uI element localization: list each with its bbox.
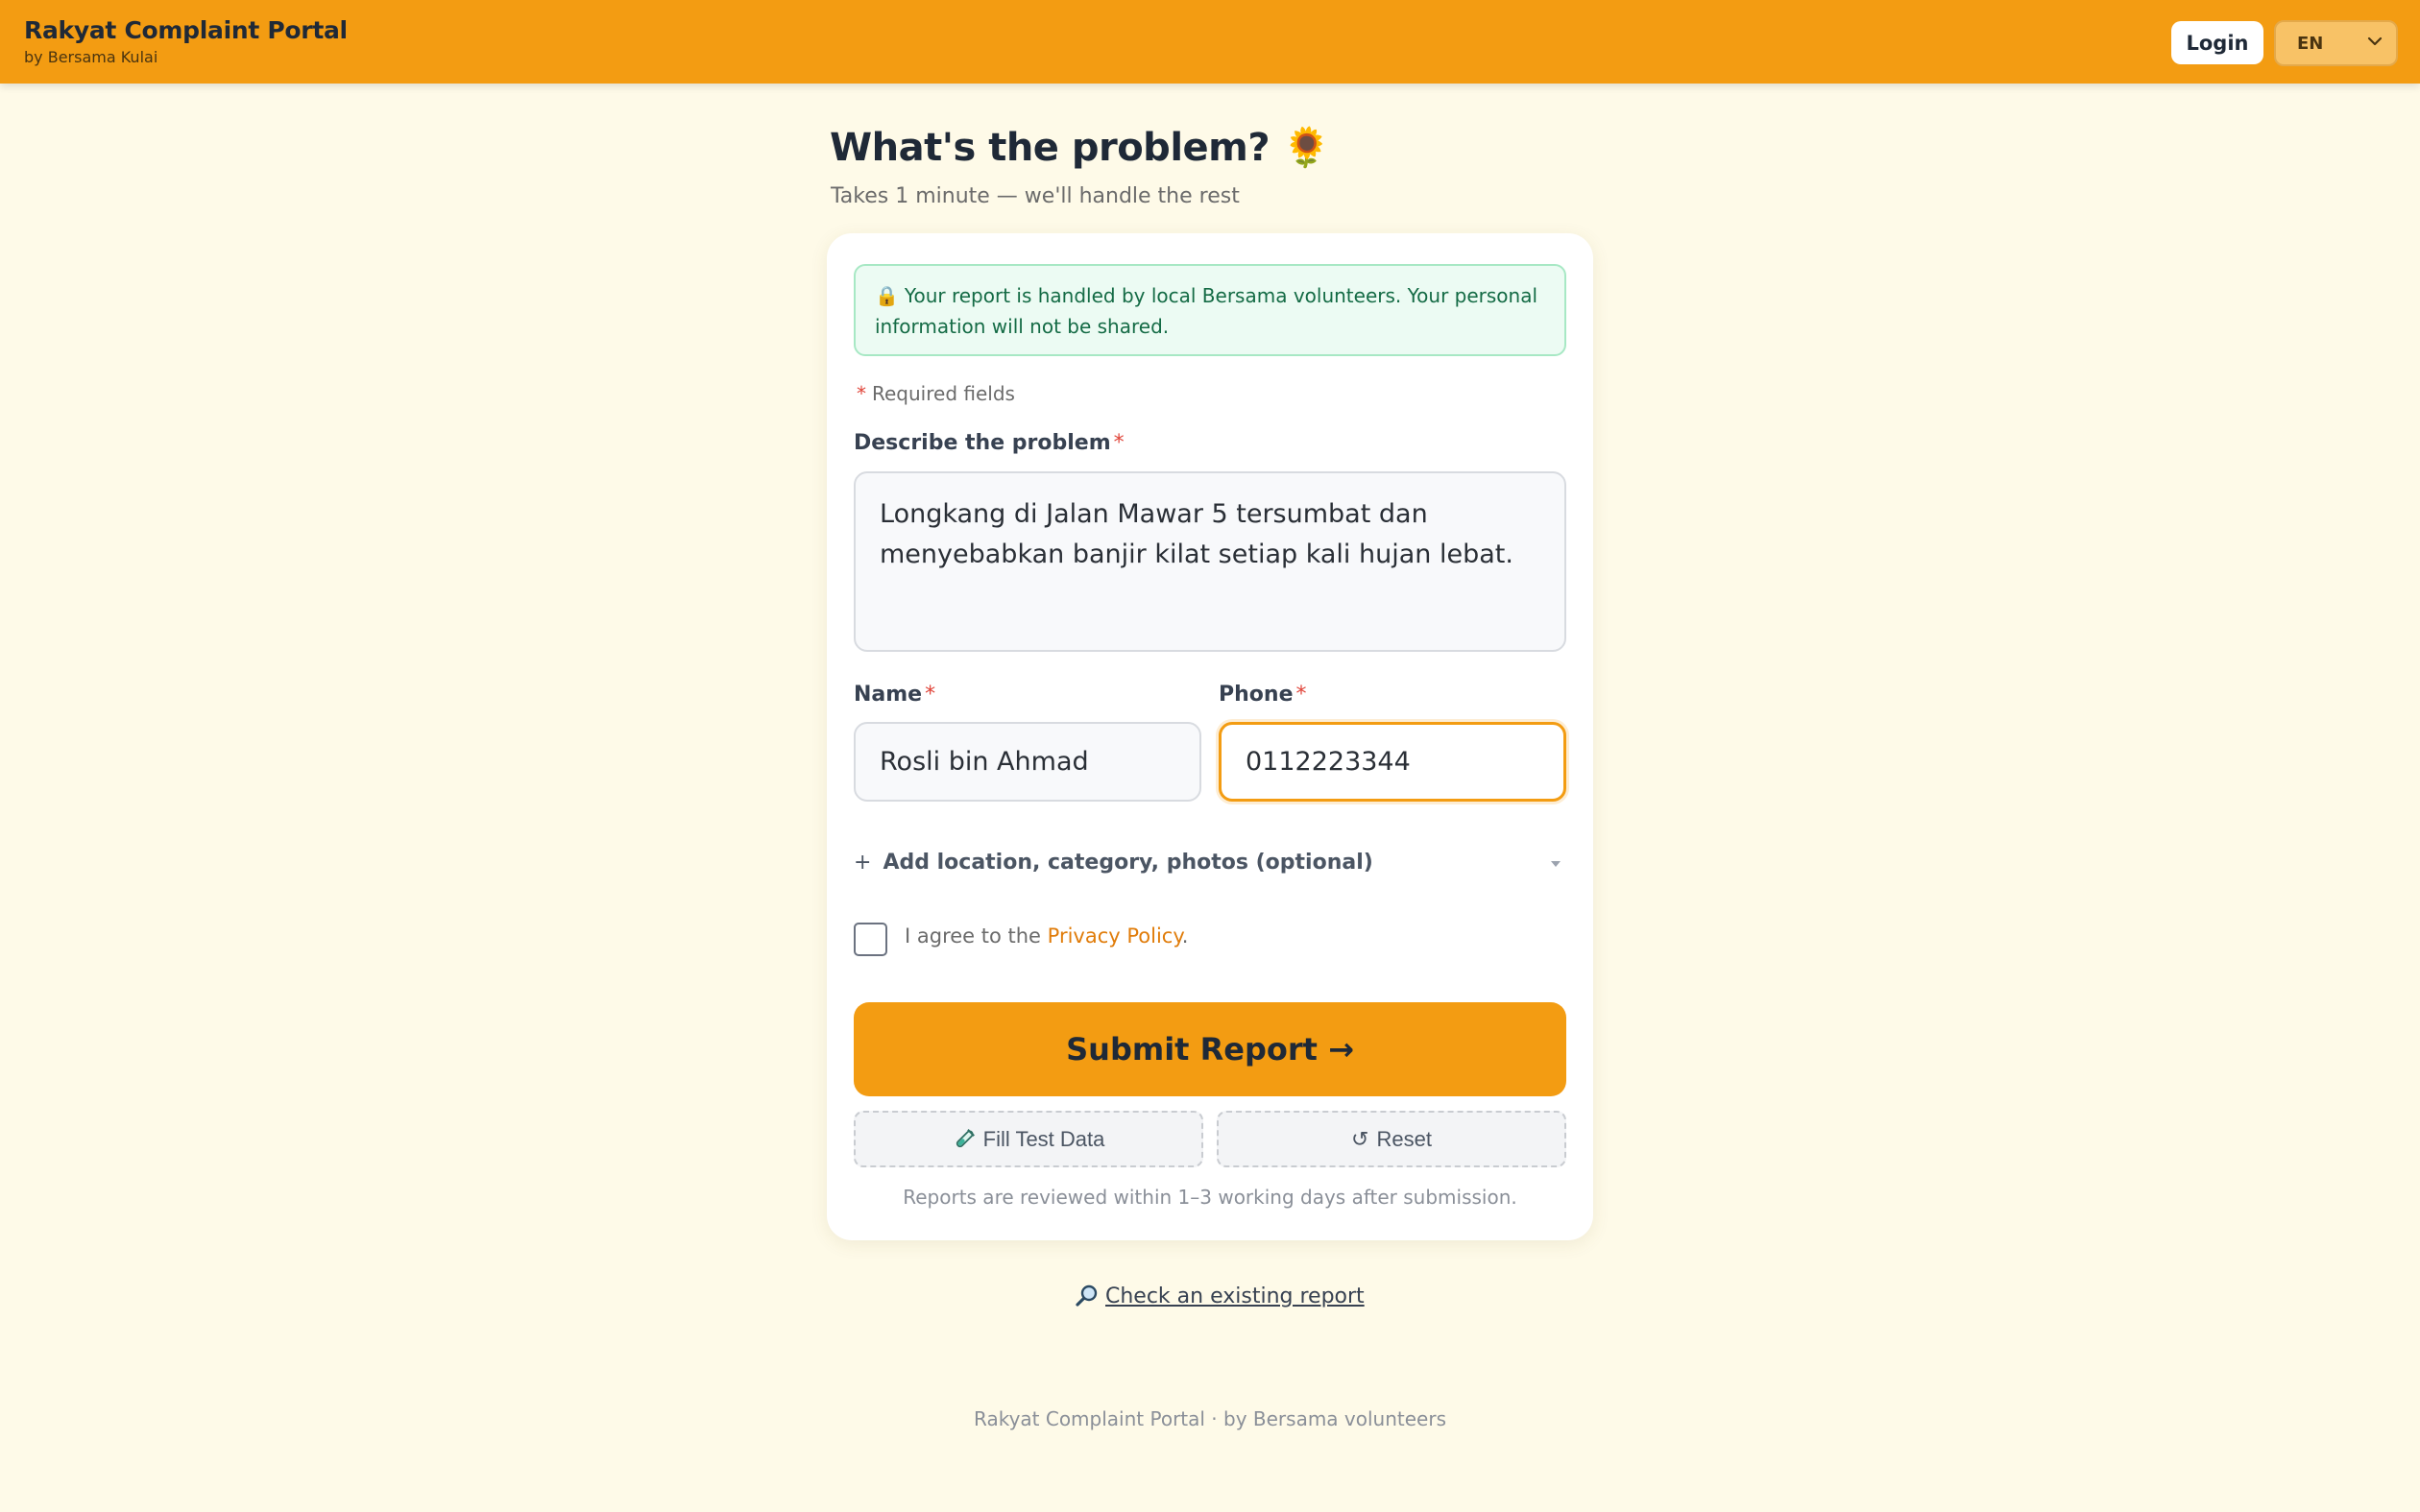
optional-details-label: Add location, category, photos (optional… [883,851,1373,875]
lock-icon: 🔒 [875,284,899,307]
app-title[interactable]: Rakyat Complaint Portal [24,16,348,44]
required-note-text: Required fields [872,382,1015,405]
problem-label-text: Describe the problem [854,431,1111,455]
required-star: * [1295,683,1307,707]
name-input[interactable]: Rosli bin Ahmad [854,722,1201,802]
privacy-agree-text: I agree to the Privacy Policy. [905,924,1188,948]
phone-input[interactable]: 0112223344 [1219,722,1566,802]
name-label: Name * [854,683,935,707]
footer-text: Rakyat Complaint Portal · by Bersama vol… [973,1407,1446,1430]
page-title: What's the problem? 🌻 [830,126,1330,170]
required-star: * [925,683,936,707]
chevron-down-icon [2367,36,2383,46]
privacy-checkbox[interactable] [854,923,887,956]
required-star: * [1113,431,1125,455]
phone-label-text: Phone [1219,683,1294,707]
privacy-notice: 🔒 Your report is handled by local Bersama… [854,264,1566,356]
top-bar: Rakyat Complaint Portal by Bersama Kulai… [0,0,2420,84]
notice-text: Your report is handled by local Bersama … [875,284,1538,338]
agree-suffix: . [1181,924,1189,948]
app-subtitle: by Bersama Kulai [24,48,158,66]
test-tube-icon [956,1128,975,1147]
required-star: * [857,382,866,405]
privacy-policy-link[interactable]: Privacy Policy [1048,924,1182,948]
name-label-text: Name [854,683,923,707]
login-button[interactable]: Login [2171,21,2263,64]
reset-button[interactable]: ↺ Reset [1217,1111,1566,1167]
language-value: EN [2297,33,2324,54]
reset-label: Reset [1376,1126,1432,1151]
phone-label: Phone * [1219,683,1306,707]
fill-test-data-button[interactable]: Fill Test Data [854,1111,1203,1167]
check-existing-report-link[interactable]: Check an existing report [1075,1284,1365,1308]
problem-textarea[interactable]: Longkang di Jalan Mawar 5 tersumbat dan … [854,471,1566,652]
plus-icon: + [854,851,872,875]
page-subtitle: Takes 1 minute — we'll handle the rest [831,184,1240,208]
language-select[interactable]: EN [2274,20,2398,66]
problem-label: Describe the problem * [854,431,1125,455]
caret-down-icon [1551,861,1561,867]
agree-prefix: I agree to the [905,924,1041,948]
submit-report-button[interactable]: Submit Report → [854,1002,1566,1096]
required-fields-note: * Required fields [857,382,1015,405]
optional-details-toggle[interactable]: + Add location, category, photos (optiona… [854,851,1566,879]
reset-icon: ↺ [1351,1126,1369,1151]
fill-test-data-label: Fill Test Data [982,1126,1105,1151]
check-existing-report-label: Check an existing report [1105,1284,1365,1308]
review-note: Reports are reviewed within 1–3 working … [903,1186,1517,1209]
magnifier-icon [1076,1284,1098,1307]
